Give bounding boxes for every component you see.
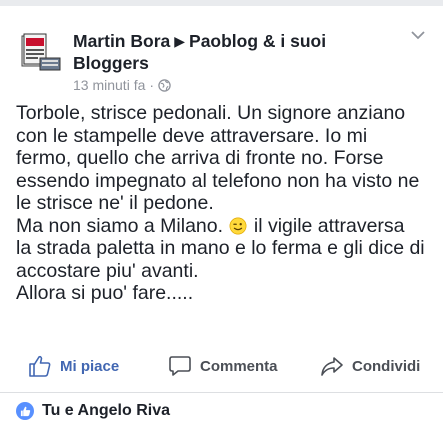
comment-label: Commenta <box>200 357 278 375</box>
like-reaction-icon <box>16 402 34 420</box>
post-line: le strisce ne' il pedone. <box>16 192 214 214</box>
post-line: Torbole, strisce pedonali. Un signore an… <box>16 102 406 124</box>
post-line: essendo impegnato al telefono non ha vis… <box>16 169 420 192</box>
wink-emoji-icon <box>229 217 247 234</box>
share-arrow-icon <box>321 357 343 376</box>
post-line: accostare piu' avanti. <box>16 259 199 282</box>
globe-icon <box>158 78 171 92</box>
post-line-with-emoji: Ma non siamo a Milano. il vigile attrave… <box>16 215 436 238</box>
like-button[interactable]: Mi piace <box>28 354 119 378</box>
post-line: con le stampelle deve attraversare. Io m… <box>16 124 368 147</box>
like-label: Mi piace <box>60 357 120 375</box>
top-separator-bar <box>0 0 443 6</box>
post-timestamp[interactable]: 13 minuti fa <box>73 77 145 93</box>
comment-button[interactable]: Commenta <box>168 354 278 378</box>
comment-bubble-icon <box>169 356 191 376</box>
post-line: Allora si puo' fare..... <box>16 282 194 304</box>
share-button[interactable]: Condividi <box>320 354 420 378</box>
post-line: la strada paletta in mano e lo ferma e g… <box>16 237 425 259</box>
actions-divider <box>0 392 443 393</box>
reactions-summary[interactable]: Tu e Angelo Riva <box>16 402 170 420</box>
author-name[interactable]: Martin Bora <box>73 31 170 51</box>
meta-separator: · <box>149 77 155 93</box>
post-text: Torbole, strisce pedonali. Un signore an… <box>16 102 436 305</box>
thumbs-up-icon <box>29 355 51 377</box>
right-triangle-icon: ▶ <box>174 33 186 49</box>
post-line-part: Ma non siamo a Milano. <box>16 214 224 237</box>
post-header: Martin Bora ▶ Paoblog & i suoi Bloggers 13… <box>0 18 443 98</box>
post-line: fermo, quello che arriva di fronte no. F… <box>16 147 384 169</box>
share-label: Condividi <box>352 357 421 375</box>
chevron-down-icon[interactable] <box>411 30 425 40</box>
author-avatar[interactable] <box>16 28 64 76</box>
post-author-line: Martin Bora ▶ Paoblog & i suoi Bloggers <box>73 30 393 74</box>
post-line-part: il vigile attraversa <box>253 214 405 237</box>
post-actions: Mi piace Commenta Condividi <box>0 346 443 386</box>
reactions-text: Tu e Angelo Riva <box>42 402 171 419</box>
post-meta: 13 minuti fa · <box>73 77 171 93</box>
